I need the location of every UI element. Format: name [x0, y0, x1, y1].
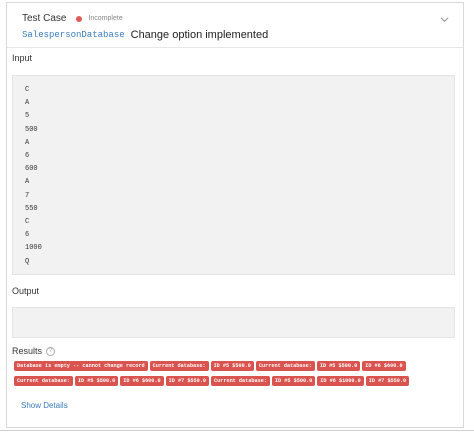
input-lines: C A 5 500 A 6 600 A 7 550 C 6 1000 Q	[25, 84, 442, 269]
results-label: Results	[12, 346, 43, 356]
output-box	[12, 307, 455, 338]
result-chip: ID #6 $600.0	[362, 361, 406, 371]
result-chip: Current database:	[211, 376, 270, 386]
results-row-1: Database is empty -- cannot change recor…	[14, 361, 460, 371]
input-line: 7	[25, 191, 30, 200]
input-line: A	[25, 99, 30, 108]
result-chip: Database is empty -- cannot change recor…	[14, 361, 148, 371]
output-label: Output	[12, 286, 40, 296]
input-label: Input	[12, 53, 33, 63]
results-heading: Results?	[12, 346, 56, 357]
input-line: 1000	[25, 244, 42, 253]
input-line: A	[25, 178, 30, 187]
result-chip: ID #5 $500.0	[316, 361, 361, 371]
help-icon[interactable]: ?	[46, 347, 56, 357]
input-line: 500	[25, 125, 38, 134]
input-line: 6	[25, 231, 30, 240]
class-tag: SalespersonDatabase	[22, 30, 125, 40]
results-row-2: Current database: ID #5 $500.0 ID #6 $600.…	[14, 376, 460, 386]
chevron-down-icon[interactable]	[440, 15, 449, 24]
test-case-subheader: SalespersonDatabase Change option implem…	[22, 29, 268, 41]
input-line: A	[25, 138, 30, 147]
bottom-divider	[0, 430, 474, 431]
test-case-header[interactable]: Test Case Incomplete	[22, 13, 123, 24]
result-chip: ID #5 $500.0	[271, 376, 316, 386]
result-chip: ID #6 $600.0	[120, 376, 164, 386]
result-chip: ID #5 $500.0	[210, 361, 254, 371]
test-case-description: Change option implemented	[130, 29, 269, 41]
result-chip: Current database:	[255, 361, 315, 371]
input-line: 6	[25, 152, 30, 161]
show-details-link[interactable]: Show Details	[21, 401, 68, 410]
result-chip: Current database:	[14, 376, 73, 386]
input-line: Q	[25, 257, 30, 266]
input-line: C	[25, 218, 30, 227]
input-line: 550	[25, 204, 38, 213]
input-line: 5	[25, 112, 30, 121]
input-line: 600	[25, 165, 38, 174]
result-chip: ID #6 $1000.0	[317, 376, 364, 386]
result-chip: Current database:	[149, 361, 209, 371]
divider	[7, 47, 463, 48]
result-chip: ID #5 $500.0	[74, 376, 119, 386]
result-chip: ID #7 $550.0	[165, 376, 209, 386]
input-box: C A 5 500 A 6 600 A 7 550 C 6 1000 Q	[12, 75, 455, 275]
status-label: Incomplete	[88, 15, 123, 22]
result-chip: ID #7 $550.0	[365, 376, 410, 386]
input-line: C	[25, 86, 30, 94]
test-case-title: Test Case	[22, 13, 67, 24]
status-dot-icon	[76, 15, 83, 22]
